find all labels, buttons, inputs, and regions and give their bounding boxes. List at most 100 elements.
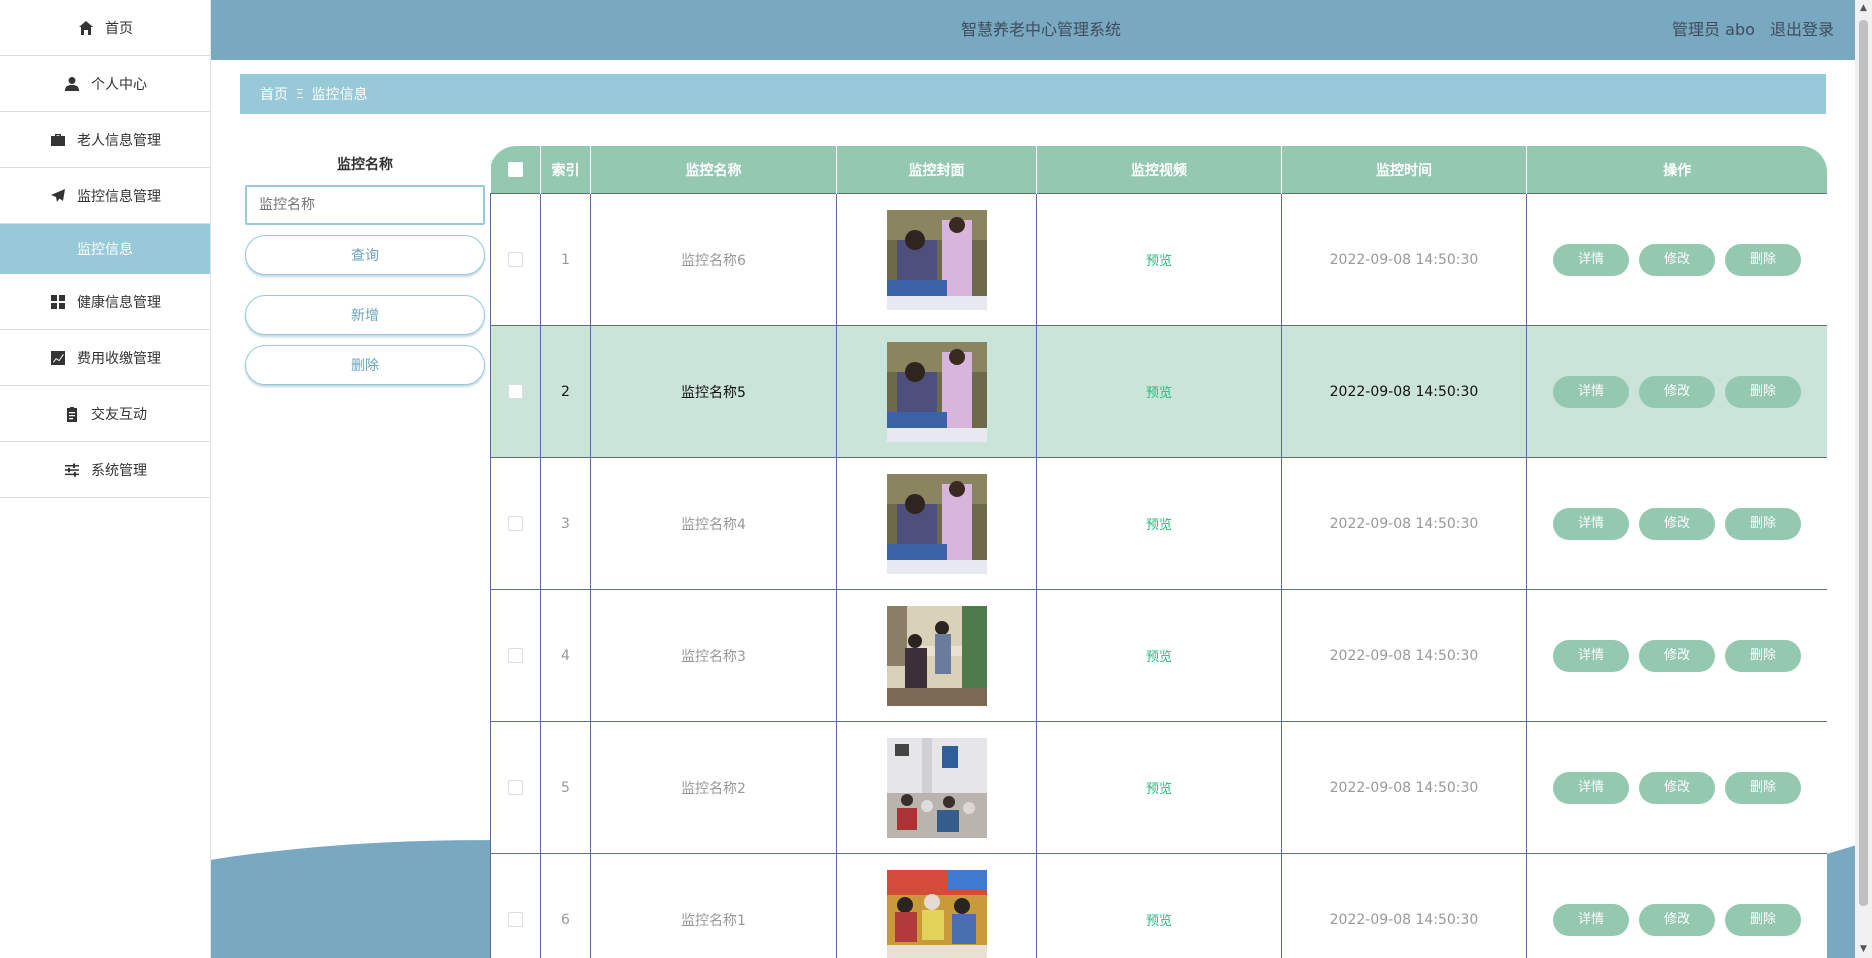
- select-all-header[interactable]: [490, 146, 541, 194]
- video-preview-link[interactable]: 预览: [1146, 386, 1172, 401]
- row-index: 6: [540, 853, 591, 958]
- delete-button[interactable]: 删除: [1725, 243, 1801, 276]
- sidebar-item-system[interactable]: 系统管理: [0, 442, 210, 498]
- sidebar-item-personal-center[interactable]: 个人中心: [0, 56, 210, 112]
- scroll-up-arrow-icon[interactable]: ▲: [1855, 0, 1872, 17]
- clipboard-icon: [63, 405, 81, 423]
- monitor-cover-image[interactable]: [886, 869, 987, 958]
- edit-button[interactable]: 修改: [1639, 771, 1715, 804]
- table-row[interactable]: 2 监控名称5 预览 2022-09-08 14:50:30 详情 修改 删除: [490, 325, 1827, 458]
- row-index: 5: [540, 721, 591, 854]
- sidebar-item-label: 老人信息管理: [77, 132, 161, 149]
- row-actions: 详情 修改 删除: [1526, 589, 1827, 722]
- monitor-cover-image[interactable]: [886, 737, 987, 838]
- table-row[interactable]: 4 监控名称3 预览 2022-09-08 14:50:30 详情 修改 删除: [490, 589, 1827, 722]
- row-checkbox[interactable]: [508, 780, 523, 795]
- column-header-name: 监控名称: [590, 146, 837, 194]
- batch-delete-button[interactable]: 删除: [245, 345, 485, 385]
- row-time: 2022-09-08 14:50:30: [1281, 721, 1527, 854]
- row-cover-cell: [836, 589, 1037, 722]
- sidebar-item-label: 健康信息管理: [77, 294, 161, 311]
- video-preview-link[interactable]: 预览: [1146, 254, 1172, 269]
- row-monitor-name: 监控名称2: [590, 721, 837, 854]
- detail-button[interactable]: 详情: [1553, 507, 1629, 540]
- search-panel: 监控名称 查询 新增 删除: [245, 150, 485, 385]
- breadcrumb-home[interactable]: 首页: [260, 84, 288, 104]
- query-button[interactable]: 查询: [245, 235, 485, 275]
- delete-button[interactable]: 删除: [1725, 639, 1801, 672]
- grid-icon: [49, 293, 67, 311]
- row-cover-cell: [836, 457, 1037, 590]
- row-monitor-name: 监控名称3: [590, 589, 837, 722]
- select-all-checkbox[interactable]: [507, 162, 523, 177]
- row-checkbox[interactable]: [508, 648, 523, 663]
- row-checkbox[interactable]: [508, 516, 523, 531]
- delete-button[interactable]: 删除: [1725, 375, 1801, 408]
- delete-button[interactable]: 删除: [1725, 771, 1801, 804]
- row-time: 2022-09-08 14:50:30: [1281, 853, 1527, 958]
- scrollbar-thumb[interactable]: [1859, 20, 1868, 906]
- sidebar-item-home[interactable]: 首页: [0, 0, 210, 56]
- monitor-name-search-input[interactable]: [245, 185, 485, 225]
- row-cover-cell: [836, 853, 1037, 958]
- breadcrumb-separator-icon: Ξ: [296, 87, 304, 101]
- row-checkbox[interactable]: [508, 384, 523, 399]
- sidebar-subitem-monitor-info[interactable]: 监控信息: [0, 224, 210, 274]
- table-row[interactable]: 1 监控名称6 预览 2022-09-08 14:50:30 详情 修改 删除: [490, 193, 1827, 326]
- video-preview-link[interactable]: 预览: [1146, 518, 1172, 533]
- detail-button[interactable]: 详情: [1553, 639, 1629, 672]
- sidebar-item-monitor-management[interactable]: 监控信息管理: [0, 168, 210, 224]
- row-time: 2022-09-08 14:50:30: [1281, 457, 1527, 590]
- sidebar-item-elderly-info[interactable]: 老人信息管理: [0, 112, 210, 168]
- row-cover-cell: [836, 325, 1037, 458]
- sliders-icon: [63, 461, 81, 479]
- detail-button[interactable]: 详情: [1553, 375, 1629, 408]
- column-header-actions: 操作: [1526, 146, 1827, 194]
- column-header-video: 监控视频: [1036, 146, 1282, 194]
- row-index: 1: [540, 193, 591, 326]
- search-label: 监控名称: [337, 157, 393, 173]
- sidebar-item-fee-collection[interactable]: 费用收缴管理: [0, 330, 210, 386]
- edit-button[interactable]: 修改: [1639, 375, 1715, 408]
- sidebar-item-label: 系统管理: [91, 462, 147, 479]
- detail-button[interactable]: 详情: [1553, 771, 1629, 804]
- video-preview-link[interactable]: 预览: [1146, 650, 1172, 665]
- top-header: 智慧养老中心管理系统 管理员 abo 退出登录: [210, 0, 1872, 60]
- edit-button[interactable]: 修改: [1639, 507, 1715, 540]
- monitor-cover-image[interactable]: [886, 473, 987, 574]
- home-icon: [77, 19, 95, 37]
- row-actions: 详情 修改 删除: [1526, 853, 1827, 958]
- edit-button[interactable]: 修改: [1639, 639, 1715, 672]
- edit-button[interactable]: 修改: [1639, 903, 1715, 936]
- video-preview-link[interactable]: 预览: [1146, 914, 1172, 929]
- monitor-cover-image[interactable]: [886, 605, 987, 706]
- user-icon: [63, 75, 81, 93]
- monitor-cover-image[interactable]: [886, 341, 987, 442]
- row-actions: 详情 修改 删除: [1526, 457, 1827, 590]
- row-time: 2022-09-08 14:50:30: [1281, 325, 1527, 458]
- paper-plane-icon: [49, 187, 67, 205]
- page-scrollbar[interactable]: ▲ ▼: [1855, 0, 1872, 958]
- add-button[interactable]: 新增: [245, 295, 485, 335]
- sidebar-item-label: 费用收缴管理: [77, 350, 161, 367]
- sidebar-item-social[interactable]: 交友互动: [0, 386, 210, 442]
- video-preview-link[interactable]: 预览: [1146, 782, 1172, 797]
- edit-button[interactable]: 修改: [1639, 243, 1715, 276]
- scroll-down-arrow-icon[interactable]: ▼: [1855, 941, 1872, 958]
- delete-button[interactable]: 删除: [1725, 507, 1801, 540]
- sidebar-item-label: 监控信息管理: [77, 188, 161, 205]
- logout-link[interactable]: 退出登录: [1770, 20, 1834, 39]
- detail-button[interactable]: 详情: [1553, 903, 1629, 936]
- delete-button[interactable]: 删除: [1725, 903, 1801, 936]
- row-checkbox[interactable]: [508, 912, 523, 927]
- row-index: 3: [540, 457, 591, 590]
- monitor-cover-image[interactable]: [886, 209, 987, 310]
- monitor-table: 索引 监控名称 监控封面 监控视频 监控时间 操作 1 监控名称6 预览 202…: [490, 146, 1827, 958]
- table-row[interactable]: 5 监控名称2 预览 2022-09-08 14:50:30 详情 修改 删除: [490, 721, 1827, 854]
- row-actions: 详情 修改 删除: [1526, 193, 1827, 326]
- row-checkbox[interactable]: [508, 252, 523, 267]
- table-row[interactable]: 3 监控名称4 预览 2022-09-08 14:50:30 详情 修改 删除: [490, 457, 1827, 590]
- sidebar-item-health-info[interactable]: 健康信息管理: [0, 274, 210, 330]
- table-row[interactable]: 6 监控名称1 预览 2022-09-08 14:50:30 详情 修改 删除: [490, 853, 1827, 958]
- detail-button[interactable]: 详情: [1553, 243, 1629, 276]
